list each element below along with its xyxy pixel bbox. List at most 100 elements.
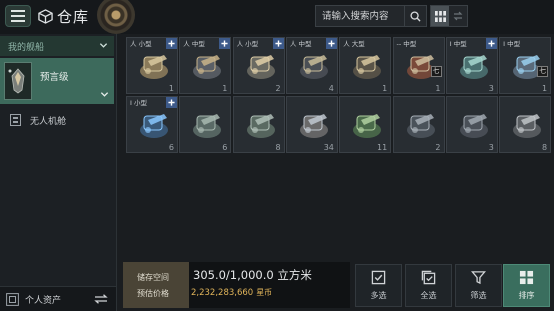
- filter-button[interactable]: 筛选: [455, 264, 502, 307]
- plus-icon[interactable]: [219, 38, 231, 49]
- search-icon[interactable]: [404, 6, 426, 26]
- item-image: [134, 47, 174, 85]
- inventory-item[interactable]: I 中型七 1: [499, 37, 552, 94]
- item-size-label: I 小型: [130, 98, 147, 107]
- filter-label: 筛选: [470, 291, 487, 300]
- inventory-item[interactable]: 人 小型 1: [126, 37, 178, 94]
- multi-select-label: 多选: [370, 291, 387, 300]
- item-image: [241, 47, 281, 85]
- ship-thumbnail-icon: [4, 62, 32, 100]
- item-image: [241, 106, 281, 144]
- list-swap-icon[interactable]: [449, 6, 467, 26]
- grid-view-icon[interactable]: [431, 6, 449, 26]
- item-quantity: 6: [222, 142, 228, 152]
- multi-select-button[interactable]: 多选: [355, 264, 402, 307]
- transfer-arrows-icon[interactable]: [94, 294, 108, 304]
- item-quantity: 1: [435, 84, 441, 93]
- item-quantity: 1: [542, 84, 548, 93]
- top-bar: 仓库: [0, 0, 554, 34]
- item-image: [454, 106, 494, 144]
- plus-icon[interactable]: [166, 38, 177, 49]
- item-quantity: 1: [382, 84, 388, 93]
- hamburger-menu-button[interactable]: [5, 5, 31, 27]
- summary-label-box: 储存空间 预估价格: [123, 262, 189, 308]
- item-image: [347, 106, 387, 144]
- storage-summary-panel: 储存空间 预估价格 305.0/1,000.0 立方米 2,232,283,66…: [123, 262, 350, 308]
- inventory-item[interactable]: 11: [339, 95, 392, 153]
- item-size-label: I 中型: [503, 40, 521, 48]
- item-quantity: 1: [222, 84, 228, 93]
- item-image: [294, 106, 334, 144]
- item-quantity: 1: [168, 84, 174, 93]
- item-image: [187, 106, 227, 144]
- plus-icon[interactable]: [325, 38, 337, 49]
- personal-assets-icon: [6, 292, 19, 306]
- page-title-group: 仓库: [38, 6, 89, 27]
- plus-icon[interactable]: [166, 96, 177, 108]
- item-tier-badge: 七: [537, 66, 549, 77]
- inventory-item[interactable]: 8: [499, 95, 552, 153]
- item-image: [347, 47, 387, 85]
- search-box: [315, 5, 427, 27]
- inventory-item[interactable]: 人 大型 1: [339, 37, 392, 94]
- item-image: [134, 106, 174, 144]
- item-quantity: 34: [323, 142, 334, 152]
- item-image: [187, 47, 227, 85]
- inventory-item[interactable]: 6: [179, 95, 232, 153]
- warehouse-emblem-icon: [97, 0, 135, 34]
- item-image: [294, 47, 334, 85]
- item-quantity: 2: [435, 142, 441, 152]
- inventory-item[interactable]: 人 小型 2: [232, 37, 285, 94]
- inventory-item[interactable]: 人 中型 1: [179, 37, 232, 94]
- inventory-item[interactable]: 8: [232, 95, 285, 153]
- my-ships-dropdown[interactable]: 我的舰船: [0, 36, 114, 56]
- ship-card-selected[interactable]: 预言级: [0, 58, 114, 104]
- item-tier-badge: 七: [430, 66, 442, 77]
- item-quantity: 3: [488, 84, 494, 93]
- inventory-item[interactable]: -- 中型七 1: [392, 37, 445, 94]
- drone-bay-icon: [10, 114, 21, 126]
- price-value: 2,232,283,660: [191, 287, 254, 298]
- filter-icon: [471, 271, 486, 285]
- ship-name: 预言级: [40, 72, 69, 83]
- item-quantity: 4: [328, 84, 334, 93]
- sort-grid-icon: [519, 270, 534, 285]
- price-label: 预估价格: [137, 289, 169, 298]
- search-input[interactable]: [316, 6, 404, 26]
- item-size-label: 人 小型: [236, 40, 259, 48]
- item-quantity: 2: [275, 84, 281, 93]
- item-size-label: -- 中型: [396, 40, 417, 48]
- inventory-item[interactable]: 3: [445, 95, 498, 153]
- sidebar-item-drone-bay[interactable]: 无人机舱: [0, 108, 114, 132]
- select-all-button[interactable]: 全选: [405, 264, 452, 307]
- chevron-down-icon: [99, 41, 108, 50]
- item-quantity: 11: [377, 142, 388, 152]
- item-quantity: 6: [168, 142, 174, 152]
- plus-icon[interactable]: [272, 38, 284, 49]
- item-size-label: 人 中型: [289, 40, 312, 48]
- select-all-icon: [421, 270, 436, 285]
- select-all-label: 全选: [420, 291, 437, 300]
- item-size-label: 人 小型: [130, 40, 152, 48]
- hamburger-menu-icon: [11, 10, 25, 22]
- item-image: [507, 106, 547, 144]
- sort-button[interactable]: 排序: [503, 264, 550, 307]
- personal-assets-bar[interactable]: 个人资产: [0, 286, 116, 311]
- inventory-item[interactable]: 人 中型 4: [285, 37, 338, 94]
- item-size-label: 人 大型: [343, 40, 365, 48]
- item-quantity: 8: [275, 142, 281, 152]
- item-size-label: 人 中型: [183, 40, 205, 48]
- inventory-item[interactable]: 34: [285, 95, 338, 153]
- price-row: 2,232,283,660 星币: [191, 287, 272, 298]
- view-toggle: [430, 5, 468, 27]
- inventory-item[interactable]: I 小型 6: [126, 95, 178, 153]
- inventory-item[interactable]: I 中型 3: [445, 37, 498, 94]
- item-image: [454, 47, 494, 85]
- item-quantity: 8: [542, 142, 548, 152]
- personal-assets-label: 个人资产: [25, 295, 62, 306]
- item-size-label: I 中型: [449, 40, 467, 48]
- sort-label: 排序: [518, 291, 535, 300]
- plus-icon[interactable]: [485, 38, 497, 49]
- inventory-item[interactable]: 2: [392, 95, 445, 153]
- chevron-down-icon[interactable]: [100, 90, 109, 99]
